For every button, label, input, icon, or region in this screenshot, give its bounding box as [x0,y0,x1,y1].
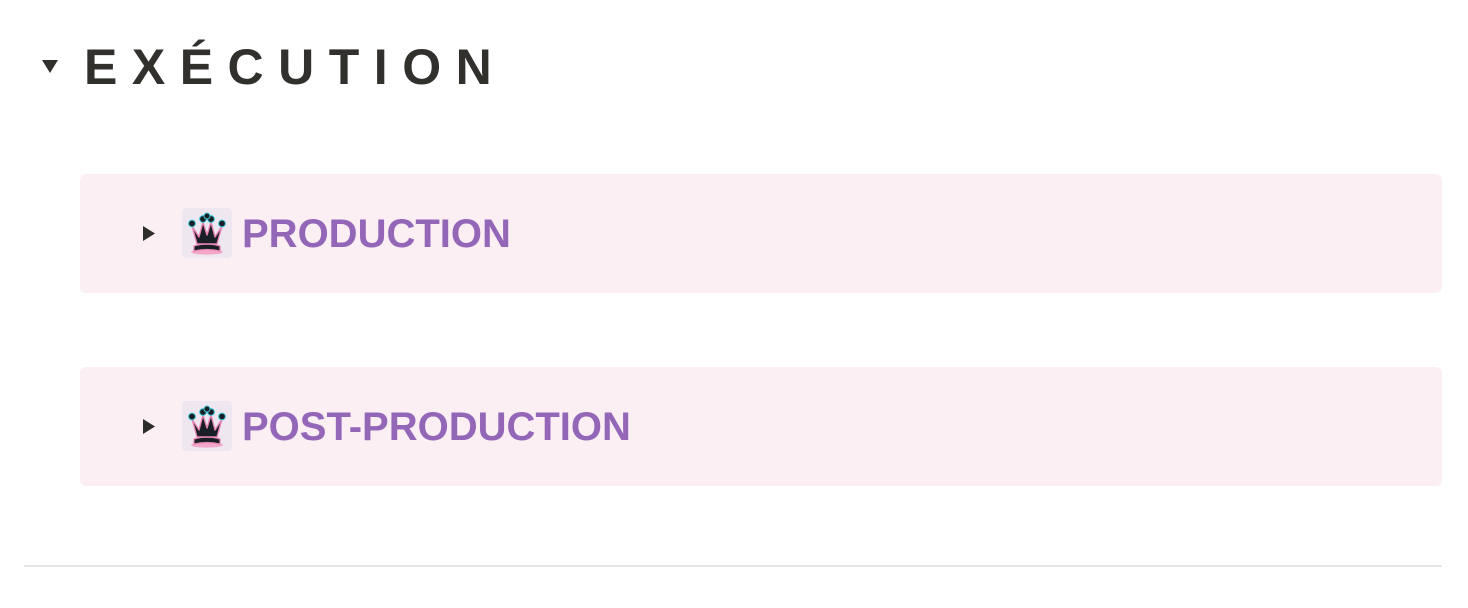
section-title: EXÉCUTION [84,39,507,95]
callout-title[interactable]: PRODUCTION [242,208,511,260]
section-toggle[interactable] [34,48,66,84]
callout-post-production: POST-PRODUCTION [80,367,1442,486]
callout-production: PRODUCTION [80,174,1442,293]
divider [24,565,1442,567]
crown-icon[interactable] [182,208,232,258]
triangle-right-icon [143,226,155,241]
triangle-down-icon [42,60,58,73]
section-execution: EXÉCUTION [0,0,1468,132]
crown-icon[interactable] [182,401,232,451]
callout-toggle[interactable] [136,409,162,443]
triangle-right-icon [143,419,155,434]
callout-toggle[interactable] [136,216,162,250]
callout-title[interactable]: POST-PRODUCTION [242,401,631,453]
